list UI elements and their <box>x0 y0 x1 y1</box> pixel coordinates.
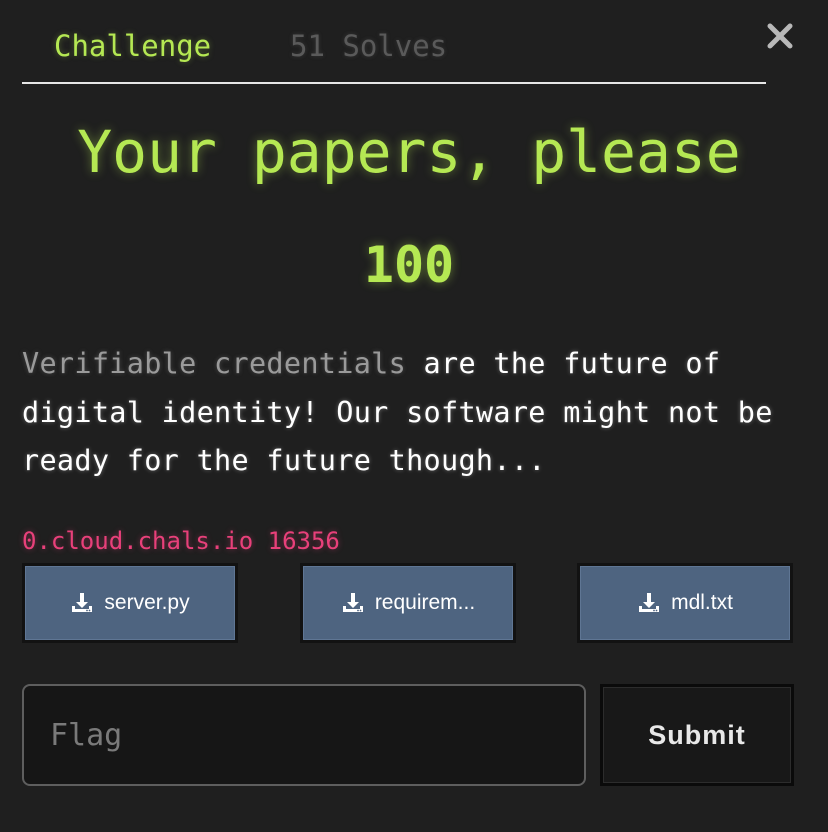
file-label: mdl.txt <box>671 591 733 614</box>
challenge-title: Your papers, please <box>77 118 741 186</box>
close-icon <box>767 23 793 49</box>
challenge-description: Verifiable credentials are the future of… <box>22 340 822 486</box>
download-icon <box>639 593 660 612</box>
file-download-server-py[interactable]: server.py <box>22 563 238 643</box>
tab-bar: Challenge 51 Solves <box>22 20 766 84</box>
download-icon <box>342 593 363 612</box>
description-link[interactable]: Verifiable credentials <box>22 347 406 380</box>
flag-input[interactable] <box>22 684 586 786</box>
tab-solves[interactable]: 51 Solves <box>290 26 447 66</box>
connection-info: 0.cloud.chals.io 16356 <box>22 527 340 555</box>
close-button[interactable] <box>762 18 798 54</box>
challenge-points: 100 <box>363 236 455 294</box>
submit-button[interactable]: Submit <box>600 684 794 786</box>
challenge-modal: Challenge 51 Solves Your papers, please … <box>0 0 828 832</box>
file-download-mdl-txt[interactable]: mdl.txt <box>577 563 793 643</box>
file-download-requirements[interactable]: requirem... <box>300 563 516 643</box>
download-icon <box>72 593 93 612</box>
tab-challenge[interactable]: Challenge <box>54 26 211 66</box>
file-label: server.py <box>104 591 190 614</box>
file-label: requirem... <box>374 591 476 614</box>
